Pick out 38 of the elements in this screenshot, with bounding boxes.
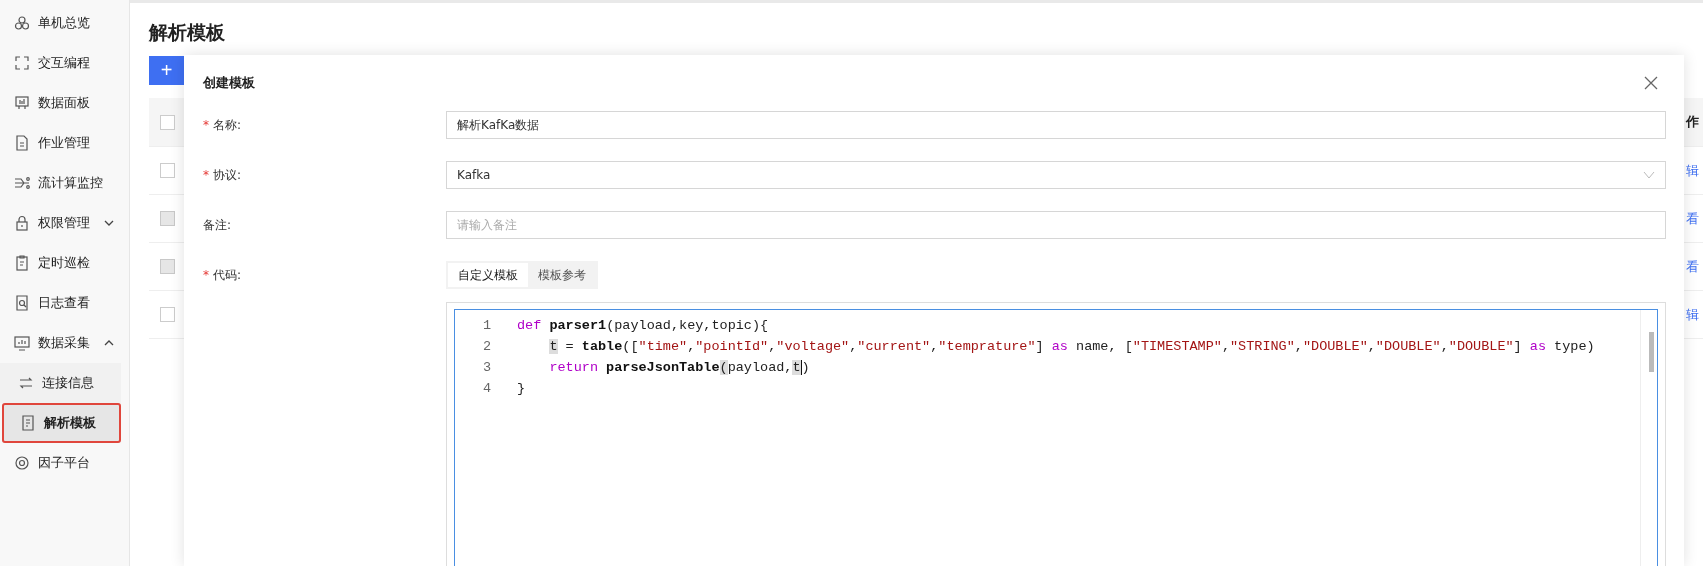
text-field[interactable]: 请输入备注 bbox=[446, 211, 1666, 239]
sidebar-item[interactable]: 交互编程 bbox=[0, 43, 129, 83]
action-link[interactable]: 辑 bbox=[1686, 161, 1703, 180]
required-mark: * bbox=[203, 167, 209, 184]
sidebar-item[interactable]: 解析模板 bbox=[2, 403, 121, 443]
sidebar-item[interactable]: 连接信息 bbox=[0, 363, 121, 403]
select-field[interactable]: Kafka bbox=[446, 161, 1666, 189]
sidebar-item[interactable]: 作业管理 bbox=[0, 123, 129, 163]
required-mark: * bbox=[203, 117, 209, 134]
sidebar-item[interactable]: 数据面板 bbox=[0, 83, 129, 123]
line-number: 4 bbox=[481, 381, 491, 396]
add-button[interactable]: + bbox=[149, 56, 184, 85]
code-line: return parseJsonTable(payload,t) bbox=[548, 360, 810, 375]
code-line: t = table(["time","pointId","voltage","current","temprature"] as name, ["TIMESTAMP","STRING","DOUBLE","DOUBLE","DOUBLE"] as type) bbox=[548, 339, 1595, 354]
sidebar-item[interactable]: 日志查看 bbox=[0, 283, 129, 323]
field-label: 名称: bbox=[213, 117, 242, 134]
line-number: 1 bbox=[481, 318, 491, 333]
sidebar-item[interactable]: 因子平台 bbox=[0, 443, 129, 483]
dialog-title: 创建模板 bbox=[203, 74, 255, 92]
column-header: 作 bbox=[1686, 113, 1700, 131]
sidebar-item[interactable]: 权限管理 bbox=[0, 203, 129, 243]
sidebar-item[interactable]: 单机总览 bbox=[0, 3, 129, 43]
tab[interactable]: 自定义模板 bbox=[448, 263, 528, 287]
tab[interactable]: 模板参考 bbox=[528, 263, 596, 287]
sidebar-item[interactable]: 定时巡检 bbox=[0, 243, 129, 283]
sidebar-item[interactable]: 流计算监控 bbox=[0, 163, 129, 203]
line-number: 3 bbox=[481, 360, 491, 375]
action-link[interactable]: 辑 bbox=[1686, 305, 1703, 324]
line-number: 2 bbox=[481, 339, 491, 354]
field-label: 备注: bbox=[203, 217, 232, 234]
text-field[interactable]: 解析KafKa数据 bbox=[446, 111, 1666, 139]
page-title: 解析模板 bbox=[149, 20, 226, 45]
sidebar-item[interactable]: 数据采集 bbox=[0, 323, 129, 363]
required-mark: * bbox=[203, 267, 209, 284]
field-label: 协议: bbox=[213, 167, 242, 184]
field-label: 代码: bbox=[213, 267, 242, 284]
code-line: def parser1(payload,key,topic){ bbox=[517, 318, 769, 333]
code-line: } bbox=[517, 381, 526, 396]
